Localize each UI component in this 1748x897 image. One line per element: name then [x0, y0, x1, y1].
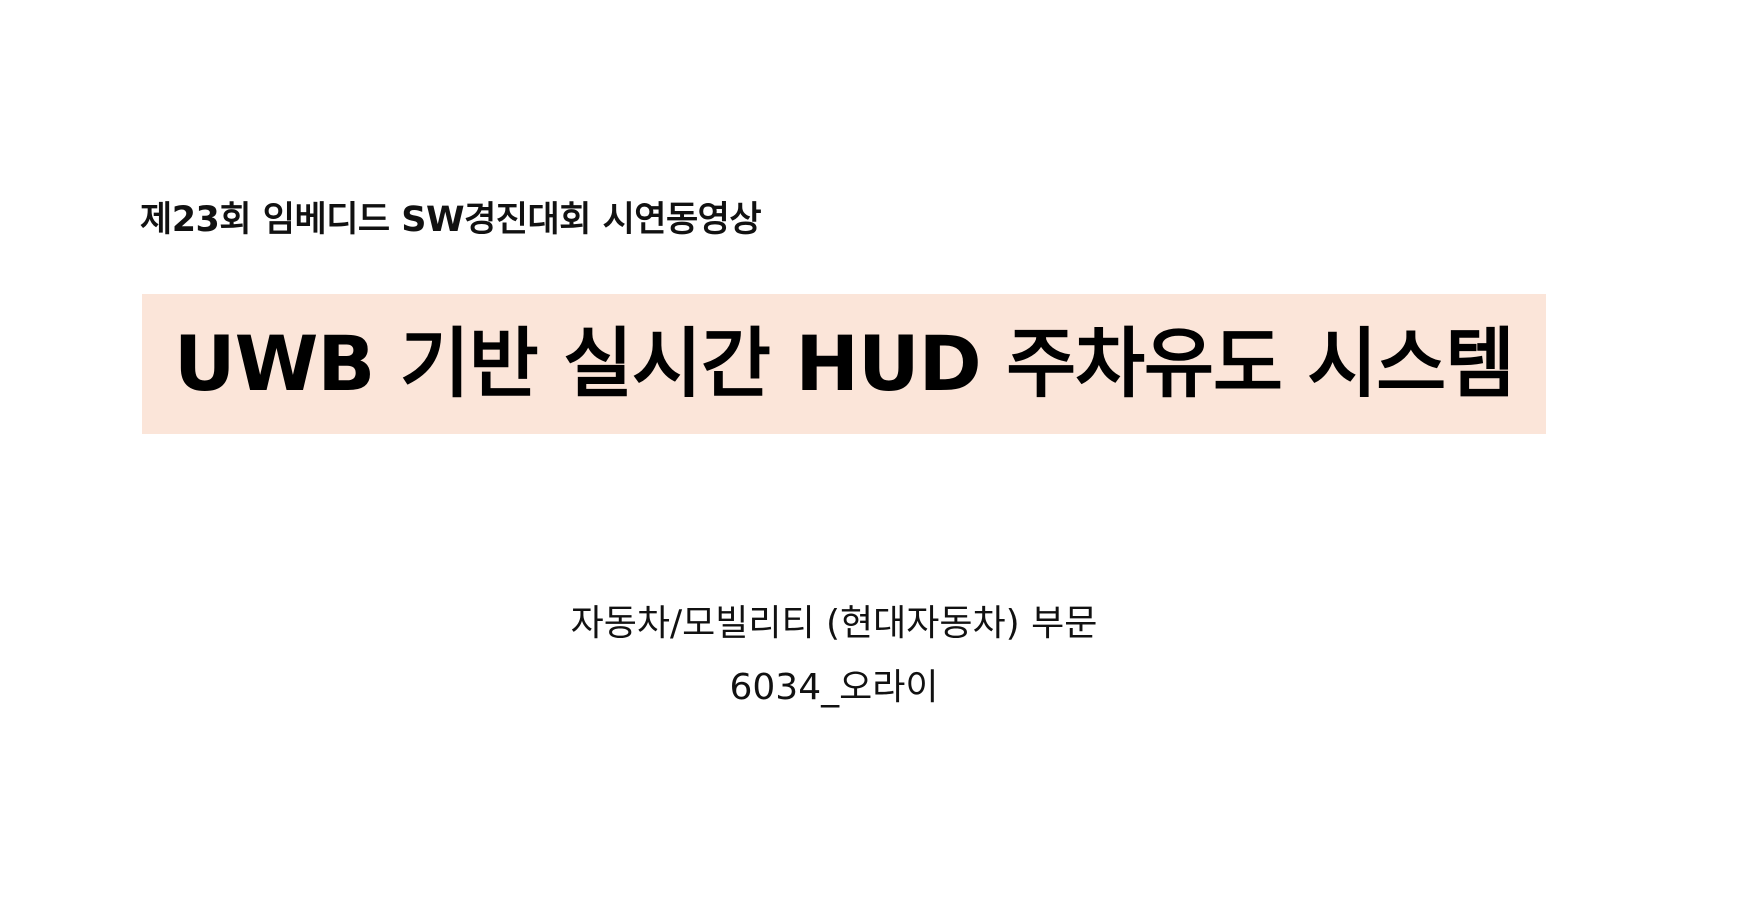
- team-label: 6034_오라이: [729, 667, 939, 708]
- title-highlight-box: UWB 기반 실시간 HUD 주차유도 시스템: [142, 294, 1546, 434]
- event-title: 제23회 임베디드 SW경진대회 시연동영상: [140, 200, 762, 240]
- main-title: UWB 기반 실시간 HUD 주차유도 시스템: [173, 319, 1515, 408]
- category-label: 자동차/모빌리티 (현대자동차) 부문: [570, 603, 1098, 644]
- presentation-slide: 제23회 임베디드 SW경진대회 시연동영상 UWB 기반 실시간 HUD 주차…: [0, 0, 1748, 897]
